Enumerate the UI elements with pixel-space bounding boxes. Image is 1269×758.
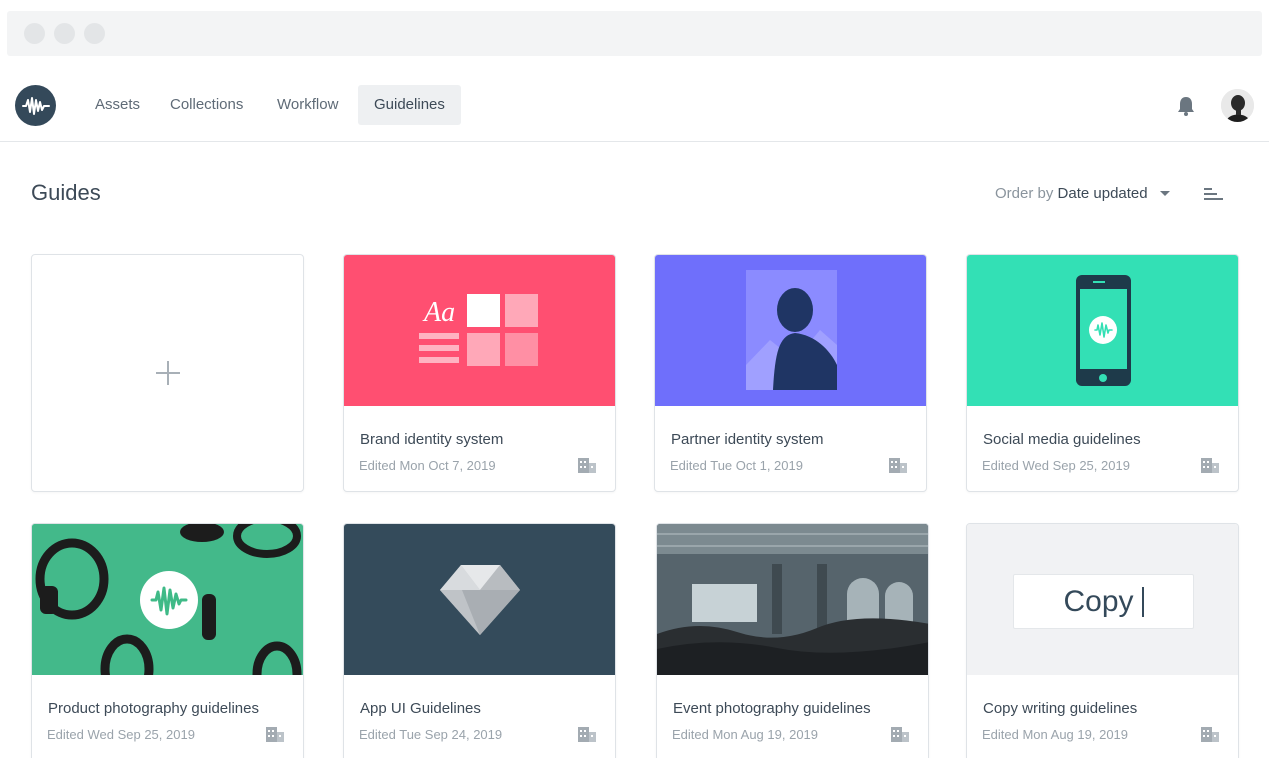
copy-preview-text: Copy: [1063, 584, 1134, 618]
card-date: Edited Tue Sep 24, 2019: [359, 727, 503, 742]
building-icon: [578, 727, 596, 742]
avatar[interactable]: [1221, 89, 1254, 122]
building-icon: [1201, 727, 1219, 742]
guide-card-social-media[interactable]: Social media guidelines Edited Wed Sep 2…: [966, 254, 1239, 492]
window-maximize-dot[interactable]: [84, 23, 105, 44]
card-title: Copy writing guidelines: [983, 700, 1138, 717]
card-date: Edited Tue Oct 1, 2019: [670, 458, 803, 473]
order-by-dropdown[interactable]: Order by Date updated: [995, 185, 1148, 202]
card-thumbnail: Copy: [967, 524, 1238, 675]
building-icon: [578, 458, 596, 473]
order-by-value: Date updated: [1057, 185, 1148, 202]
card-title: Brand identity system: [360, 431, 504, 448]
card-date: Edited Mon Oct 7, 2019: [359, 458, 496, 473]
card-thumbnail: Aa: [344, 255, 615, 406]
card-thumbnail: [967, 255, 1238, 406]
bell-icon[interactable]: [1175, 95, 1197, 117]
nav-item-collections[interactable]: Collections: [154, 85, 259, 125]
card-date: Edited Mon Aug 19, 2019: [672, 727, 819, 742]
nav-item-assets[interactable]: Assets: [79, 85, 156, 125]
card-thumbnail: [344, 524, 615, 675]
chevron-down-icon[interactable]: [1160, 191, 1170, 196]
card-thumbnail: [657, 524, 928, 675]
copy-preview-box: Copy: [1013, 574, 1194, 629]
svg-text:Aa: Aa: [422, 297, 455, 328]
order-by-label: Order by: [995, 185, 1054, 202]
building-icon: [891, 727, 909, 742]
plus-icon: [155, 361, 180, 385]
card-thumbnail: [32, 524, 303, 675]
guide-card-partner-identity[interactable]: Partner identity system Edited Tue Oct 1…: [654, 254, 927, 492]
card-title: Partner identity system: [671, 431, 824, 448]
nav-item-guidelines[interactable]: Guidelines: [358, 85, 461, 125]
card-date: Edited Wed Sep 25, 2019: [47, 727, 195, 742]
guide-card-app-ui[interactable]: App UI Guidelines Edited Tue Sep 24, 201…: [343, 523, 616, 758]
nav-item-workflow[interactable]: Workflow: [261, 85, 354, 125]
card-thumbnail: [655, 255, 926, 406]
page-title: Guides: [31, 180, 101, 205]
card-title: App UI Guidelines: [360, 700, 481, 717]
card-title: Product photography guidelines: [48, 700, 259, 717]
card-title: Social media guidelines: [983, 431, 1141, 448]
building-icon: [889, 458, 907, 473]
window-close-dot[interactable]: [24, 23, 45, 44]
card-date: Edited Mon Aug 19, 2019: [982, 727, 1129, 742]
top-nav: Assets Collections Workflow Guidelines: [0, 70, 1269, 142]
new-guide-card[interactable]: [31, 254, 304, 492]
text-cursor-icon: [1141, 586, 1144, 617]
guide-card-copy-writing[interactable]: Copy Copy writing guidelines Edited Mon …: [966, 523, 1239, 758]
guide-card-brand-identity[interactable]: Aa Brand identity system Edited Mon Oct …: [343, 254, 616, 492]
guide-card-event-photography[interactable]: Event photography guidelines Edited Mon …: [656, 523, 929, 758]
guide-card-product-photography[interactable]: Product photography guidelines Edited We…: [31, 523, 304, 758]
building-icon: [1201, 458, 1219, 473]
waveform-logo-icon[interactable]: [15, 85, 56, 126]
building-icon: [266, 727, 284, 742]
sort-icon[interactable]: [1203, 186, 1223, 202]
card-title: Event photography guidelines: [673, 700, 871, 717]
window-minimize-dot[interactable]: [54, 23, 75, 44]
window-titlebar: [7, 11, 1262, 56]
card-date: Edited Wed Sep 25, 2019: [982, 458, 1130, 473]
